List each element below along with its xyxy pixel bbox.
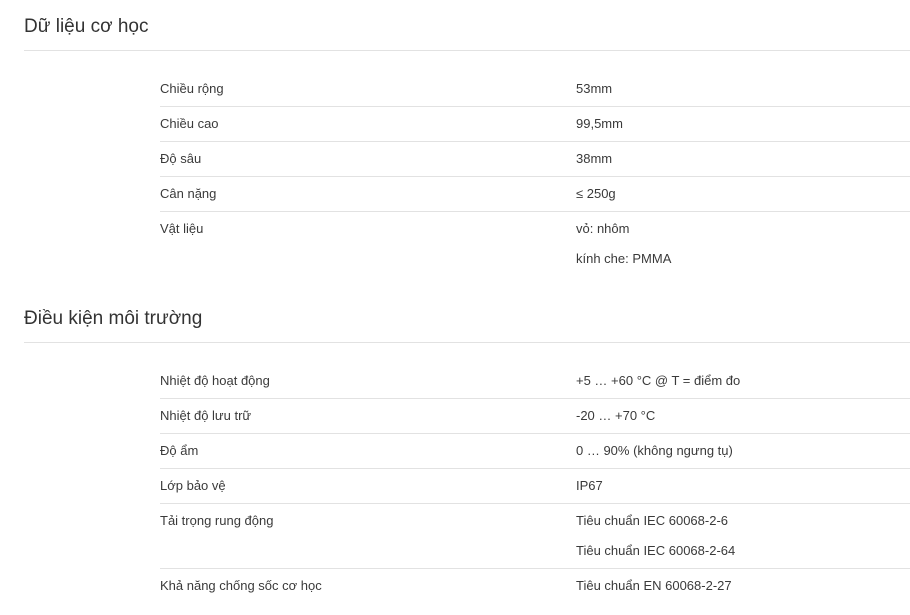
spec-value: ≤ 250g xyxy=(576,186,616,201)
spec-value: 53mm xyxy=(576,81,613,96)
spec-label: Nhiệt độ lưu trữ xyxy=(160,408,252,423)
spec-label: Chiều rộng xyxy=(160,81,224,96)
spec-row-material: Vật liệu vỏ: nhôm kính che: PMMA xyxy=(160,212,910,276)
section-divider xyxy=(24,342,910,343)
spec-values: 38mm xyxy=(576,150,910,176)
spec-values: Tiêu chuẩn IEC 60068-2-6 Tiêu chuẩn IEC … xyxy=(576,512,910,568)
mechanical-spec-table: Chiều rộng 53mm Chiều cao 99,5mm Độ sâu … xyxy=(160,72,910,276)
spec-value: vỏ: nhôm xyxy=(576,221,630,236)
section-divider xyxy=(24,50,910,51)
spec-value: kính che: PMMA xyxy=(576,251,672,266)
spec-row-height: Chiều cao 99,5mm xyxy=(160,107,910,142)
spec-row-weight: Cân nặng ≤ 250g xyxy=(160,177,910,212)
environment-section-title: Điều kiện môi trường xyxy=(24,308,203,329)
spec-label: Khả năng chống sốc cơ học xyxy=(160,578,322,593)
mechanical-section: Dữ liệu cơ học xyxy=(24,14,910,51)
spec-value: -20 … +70 °C xyxy=(576,408,656,423)
mechanical-section-title: Dữ liệu cơ học xyxy=(24,16,149,37)
spec-row-storage-temperature: Nhiệt độ lưu trữ -20 … +70 °C xyxy=(160,399,910,434)
spec-value: Tiêu chuẩn EN 60068-2-27 xyxy=(576,578,732,593)
spec-row-vibration-load: Tải trọng rung động Tiêu chuẩn IEC 60068… xyxy=(160,504,910,569)
spec-values: 0 … 90% (không ngưng tụ) xyxy=(576,442,910,468)
spec-values: IP67 xyxy=(576,477,910,503)
spec-values: Tiêu chuẩn EN 60068-2-27 xyxy=(576,577,910,603)
spec-values: 99,5mm xyxy=(576,115,910,141)
spec-label: Vật liệu xyxy=(160,221,204,236)
spec-values: ≤ 250g xyxy=(576,185,910,211)
spec-label: Độ sâu xyxy=(160,151,202,166)
spec-row-operating-temperature: Nhiệt độ hoạt động +5 … +60 °C @ T = điể… xyxy=(160,364,910,399)
spec-row-shock-resistance: Khả năng chống sốc cơ học Tiêu chuẩn EN … xyxy=(160,569,910,603)
spec-value: 0 … 90% (không ngưng tụ) xyxy=(576,443,733,458)
spec-value: Tiêu chuẩn IEC 60068-2-6 xyxy=(576,513,729,528)
spec-row-protection-class: Lớp bảo vệ IP67 xyxy=(160,469,910,504)
spec-label: Tải trọng rung động xyxy=(160,513,274,528)
spec-label: Lớp bảo vệ xyxy=(160,478,226,493)
environment-spec-table: Nhiệt độ hoạt động +5 … +60 °C @ T = điể… xyxy=(160,364,910,603)
spec-label: Cân nặng xyxy=(160,186,217,201)
spec-value: Tiêu chuẩn IEC 60068-2-64 xyxy=(576,543,736,558)
spec-values: +5 … +60 °C @ T = điểm đo xyxy=(576,372,910,398)
spec-label: Chiều cao xyxy=(160,116,219,131)
spec-value: +5 … +60 °C @ T = điểm đo xyxy=(576,373,741,388)
spec-row-depth: Độ sâu 38mm xyxy=(160,142,910,177)
spec-row-humidity: Độ ẩm 0 … 90% (không ngưng tụ) xyxy=(160,434,910,469)
spec-value: 99,5mm xyxy=(576,116,623,131)
spec-value: 38mm xyxy=(576,151,613,166)
spec-label: Độ ẩm xyxy=(160,443,199,458)
spec-row-width: Chiều rộng 53mm xyxy=(160,72,910,107)
spec-values: vỏ: nhôm kính che: PMMA xyxy=(576,220,910,276)
spec-values: 53mm xyxy=(576,80,910,106)
spec-value: IP67 xyxy=(576,478,603,493)
spec-values: -20 … +70 °C xyxy=(576,407,910,433)
environment-section: Điều kiện môi trường xyxy=(24,306,910,343)
spec-label: Nhiệt độ hoạt động xyxy=(160,373,270,388)
